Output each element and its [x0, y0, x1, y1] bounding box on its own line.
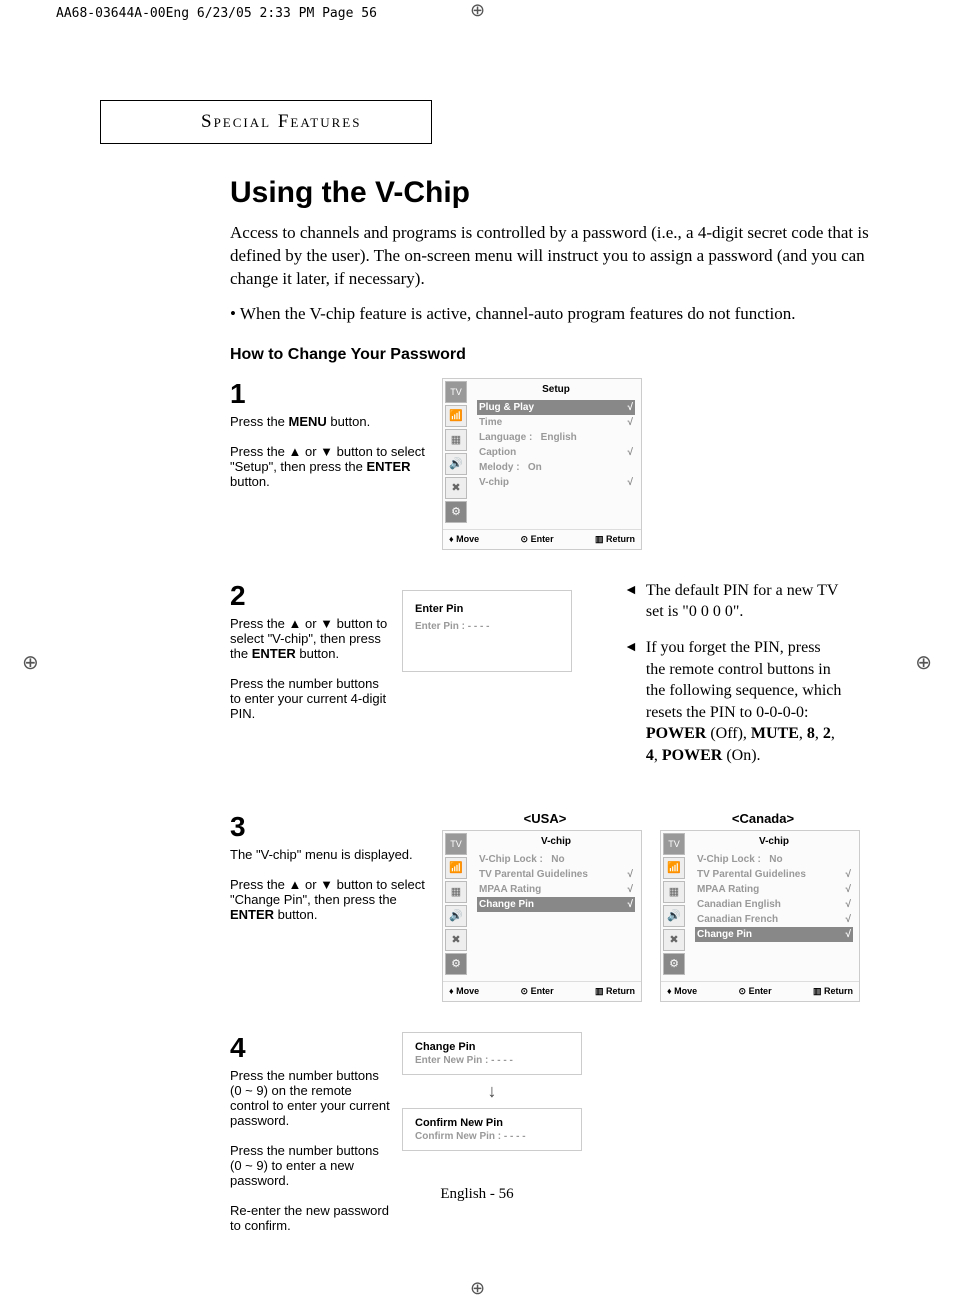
- step-number: 1: [230, 378, 430, 410]
- osd-menu-row: Melody : On: [477, 460, 635, 475]
- step-number: 3: [230, 811, 430, 843]
- pin-field: Enter New Pin : - - - -: [415, 1055, 569, 1066]
- osd-menu-row: Language : English: [477, 430, 635, 445]
- note-reset-pin: If you forget the PIN, press the remote …: [646, 637, 844, 767]
- options-icon: ✖: [445, 477, 467, 499]
- osd-title: Confirm New Pin: [415, 1117, 569, 1129]
- osd-menu-row: Change Pin √: [477, 897, 635, 912]
- osd-menu-row: Caption √: [477, 445, 635, 460]
- tv-icon: TV: [445, 381, 467, 403]
- arrow-down-icon: ↓: [402, 1081, 582, 1102]
- crop-mark-right-icon: ⊕: [915, 650, 932, 675]
- options-icon: ✖: [663, 929, 685, 951]
- crop-mark-left-icon: ⊕: [22, 650, 39, 675]
- picture-icon: ▦: [445, 429, 467, 451]
- settings-icon: ⚙: [445, 501, 467, 523]
- osd-setup-menu: TV 📶 ▦ 🔊 ✖ ⚙ Setup Plug & Play √Time √La…: [442, 378, 642, 550]
- osd-vchip-usa: TV 📶 ▦ 🔊 ✖ ⚙ V-chip V-Chip Lock : NoTV P…: [442, 830, 642, 1002]
- osd-menu-row: MPAA Rating √: [695, 882, 853, 897]
- osd-menu-row: V-Chip Lock : No: [695, 852, 853, 867]
- intro-text: Access to channels and programs is contr…: [230, 222, 910, 291]
- antenna-icon: 📶: [445, 405, 467, 427]
- sub-heading: How to Change Your Password: [230, 346, 910, 364]
- page-number: English - 56: [0, 1186, 954, 1203]
- pin-field: Enter Pin : - - - -: [415, 621, 559, 632]
- options-icon: ✖: [445, 929, 467, 951]
- bullet-note: • When the V-chip feature is active, cha…: [230, 303, 910, 326]
- crop-mark-bottom-icon: ⊕: [470, 1278, 485, 1299]
- osd-menu-row: V-Chip Lock : No: [477, 852, 635, 867]
- osd-title: Setup: [471, 379, 641, 398]
- osd-menu-row: Canadian English √: [695, 897, 853, 912]
- column-header-canada: <Canada>: [660, 811, 866, 826]
- note-arrow-icon: ◄: [624, 637, 638, 767]
- step-3-text: 3 The "V-chip" menu is displayed. Press …: [230, 811, 430, 1002]
- osd-menu-row: MPAA Rating √: [477, 882, 635, 897]
- sound-icon: 🔊: [445, 453, 467, 475]
- osd-menu-row: TV Parental Guidelines √: [477, 867, 635, 882]
- osd-title: Change Pin: [415, 1041, 569, 1053]
- pin-field: Confirm New Pin : - - - -: [415, 1131, 569, 1142]
- osd-menu-row: V-chip √: [477, 475, 635, 490]
- crop-mark-top-icon: ⊕: [470, 0, 485, 21]
- osd-menu-row: Change Pin √: [695, 927, 853, 942]
- osd-menu-row: Time √: [477, 415, 635, 430]
- settings-icon: ⚙: [445, 953, 467, 975]
- picture-icon: ▦: [663, 881, 685, 903]
- sound-icon: 🔊: [663, 905, 685, 927]
- print-header: AA68-03644A-00Eng 6/23/05 2:33 PM Page 5…: [56, 6, 377, 21]
- osd-menu-row: TV Parental Guidelines √: [695, 867, 853, 882]
- note-default-pin: The default PIN for a new TV set is "0 0…: [646, 580, 844, 623]
- step-2-text: 2 Press the ▲ or ▼ button to select "V-c…: [230, 580, 390, 781]
- osd-enter-pin: Enter Pin Enter Pin : - - - -: [402, 590, 572, 672]
- picture-icon: ▦: [445, 881, 467, 903]
- antenna-icon: 📶: [663, 857, 685, 879]
- sound-icon: 🔊: [445, 905, 467, 927]
- step-1-text: 1 Press the MENU button. Press the ▲ or …: [230, 378, 430, 550]
- note-arrow-icon: ◄: [624, 580, 638, 623]
- osd-title: V-chip: [689, 831, 859, 850]
- osd-menu-row: Plug & Play √: [477, 400, 635, 415]
- chapter-heading: Special Features: [100, 100, 432, 144]
- osd-title: V-chip: [471, 831, 641, 850]
- settings-icon: ⚙: [663, 953, 685, 975]
- tv-icon: TV: [663, 833, 685, 855]
- osd-change-pin: Change Pin Enter New Pin : - - - -: [402, 1032, 582, 1075]
- osd-menu-row: Canadian French √: [695, 912, 853, 927]
- step-number: 4: [230, 1032, 390, 1064]
- column-header-usa: <USA>: [442, 811, 648, 826]
- page-title: Using the V-Chip: [230, 176, 910, 210]
- tv-icon: TV: [445, 833, 467, 855]
- step-number: 2: [230, 580, 390, 612]
- osd-vchip-canada: TV 📶 ▦ 🔊 ✖ ⚙ V-chip V-Chip Lock : NoTV P…: [660, 830, 860, 1002]
- osd-title: Enter Pin: [415, 603, 559, 615]
- antenna-icon: 📶: [445, 857, 467, 879]
- osd-confirm-pin: Confirm New Pin Confirm New Pin : - - - …: [402, 1108, 582, 1151]
